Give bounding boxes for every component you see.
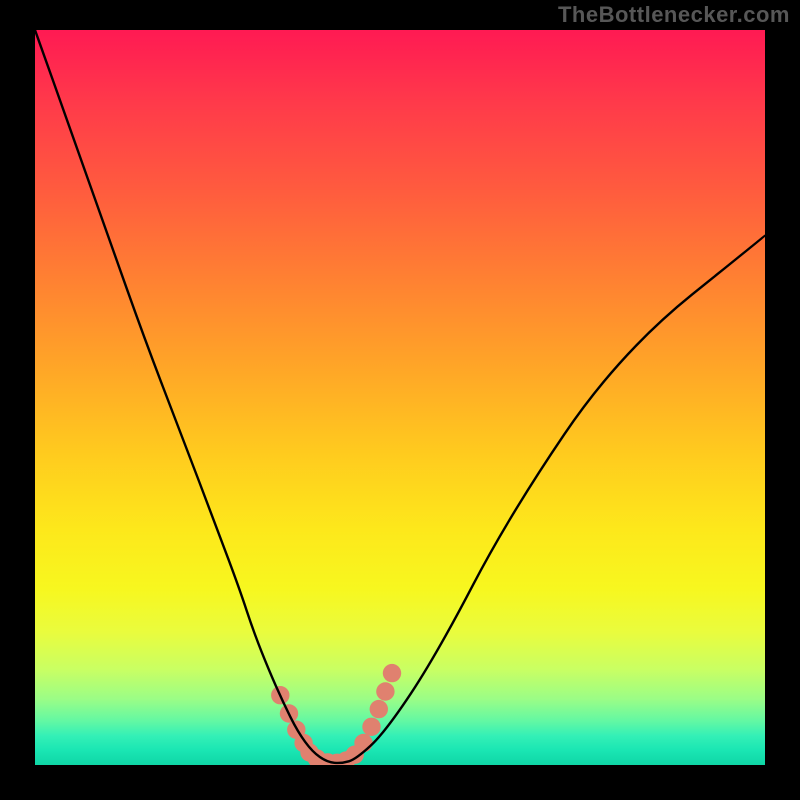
curve-line	[35, 30, 765, 763]
chart-frame: TheBottlenecker.com	[0, 0, 800, 800]
highlight-dot	[370, 700, 388, 718]
highlight-dot	[383, 664, 401, 682]
highlight-markers	[271, 664, 401, 765]
highlight-dot	[376, 682, 394, 700]
highlight-dot	[362, 718, 380, 736]
watermark-text: TheBottlenecker.com	[558, 2, 790, 28]
highlight-dot	[354, 734, 372, 752]
plot-svg	[35, 30, 765, 765]
